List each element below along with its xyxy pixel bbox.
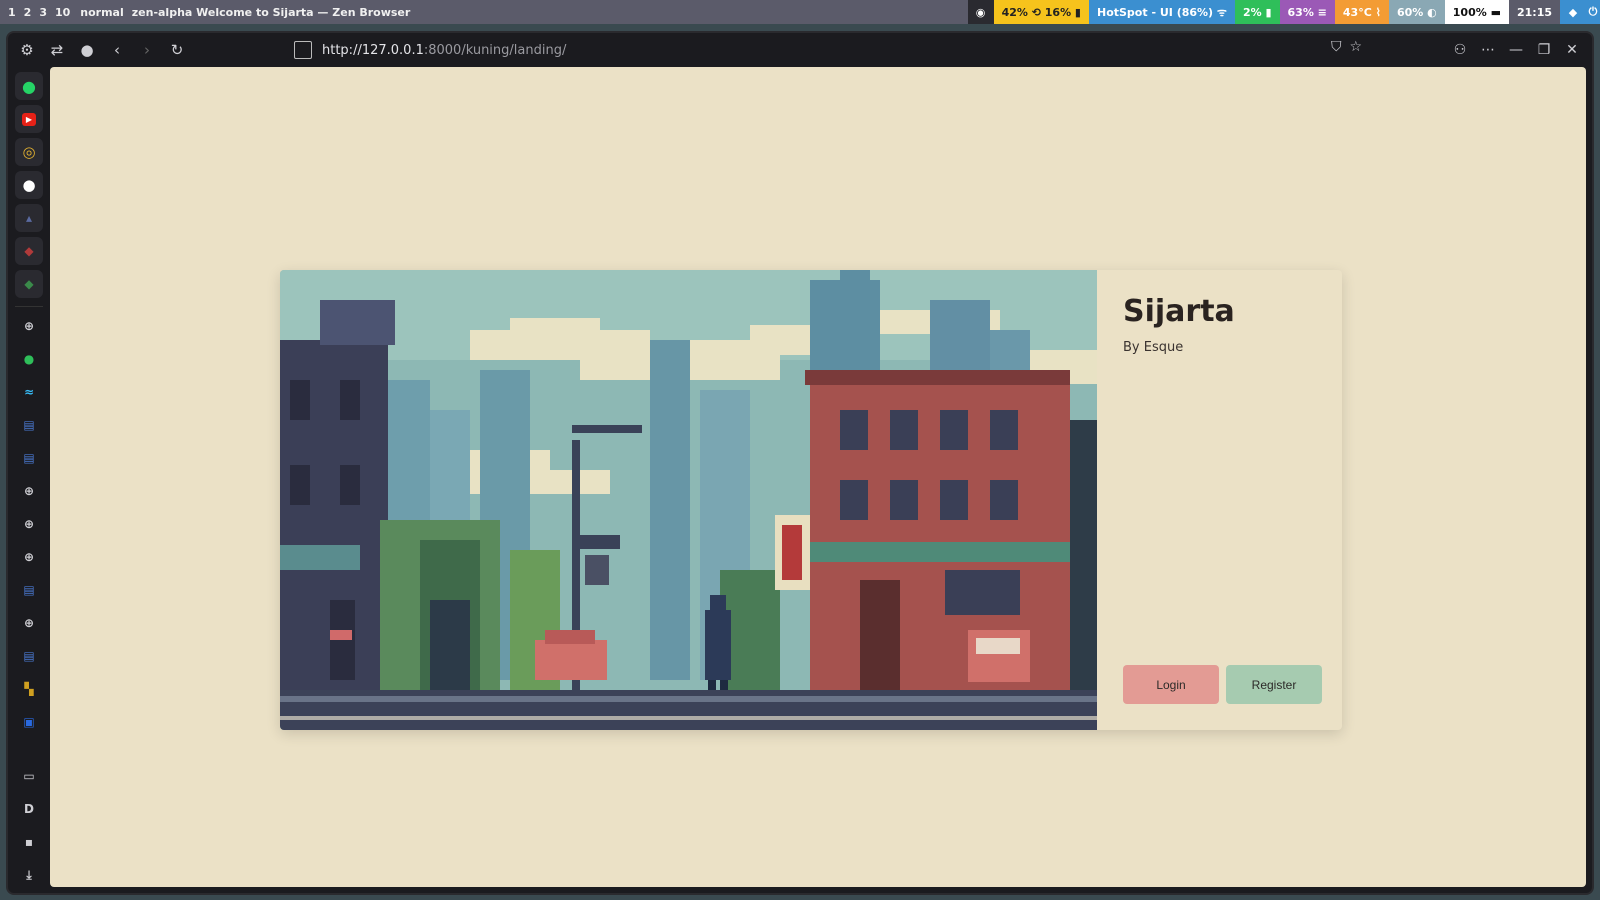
- pixel-city-illustration: [280, 270, 1097, 730]
- gear-icon[interactable]: ⚙: [12, 35, 42, 65]
- menu-icon[interactable]: ⋯: [1474, 35, 1502, 65]
- window-title: zen-alpha Welcome to Sijarta — Zen Brows…: [131, 5, 411, 19]
- close-icon[interactable]: ✕: [1558, 35, 1586, 65]
- panel-icon[interactable]: ▭: [15, 762, 43, 790]
- cpu-status[interactable]: 42% ⟲ 16% ▮: [993, 0, 1089, 24]
- workspace-10[interactable]: 10: [51, 6, 74, 19]
- page-icon: [294, 41, 312, 59]
- register-button[interactable]: Register: [1226, 665, 1322, 704]
- page-viewport: Sijarta By Esque Login Register: [50, 67, 1586, 887]
- youtube-icon[interactable]: ▶: [15, 105, 43, 133]
- app-icon[interactable]: ◎: [15, 138, 43, 166]
- browser-toolbar: ⚙ ⇄ ● ‹ › ↻ http://127.0.0.1:8000/kuning…: [8, 33, 1592, 67]
- battery-status[interactable]: 100% ▬: [1444, 0, 1509, 24]
- workspace-3[interactable]: 3: [35, 6, 51, 19]
- landing-card: Sijarta By Esque Login Register: [280, 270, 1342, 730]
- tailwind-icon[interactable]: ≈: [15, 378, 43, 406]
- bookmark-star-icon[interactable]: ☆: [1349, 39, 1362, 55]
- screen-icon[interactable]: ▪: [15, 828, 43, 856]
- workspace-d-icon[interactable]: D: [15, 795, 43, 823]
- card-info-panel: Sijarta By Esque Login Register: [1097, 270, 1342, 730]
- app-icon[interactable]: ◆: [15, 237, 43, 265]
- memory-status[interactable]: 63% ≡: [1279, 0, 1335, 24]
- status-modules: 42% ⟲ 16% ▮ HotSpot - UI (86%) ᯤ 2% ▮ 63…: [993, 0, 1560, 24]
- extensions-icon[interactable]: ⚇: [1446, 35, 1474, 65]
- doc-icon[interactable]: ▣: [15, 708, 43, 736]
- globe-icon[interactable]: ●: [72, 35, 102, 65]
- globe-icon[interactable]: ⊕: [15, 609, 43, 637]
- globe-icon[interactable]: ⊕: [15, 543, 43, 571]
- sidebar-toggle-icon[interactable]: ⇄: [42, 35, 72, 65]
- power-icon[interactable]: ⏻: [1586, 0, 1600, 24]
- app-icon[interactable]: ▚: [15, 675, 43, 703]
- app-icon[interactable]: ▴: [15, 204, 43, 232]
- url-host: http://127.0.0.1: [322, 42, 424, 58]
- globe-icon[interactable]: ⊕: [15, 477, 43, 505]
- browser-window: ⚙ ⇄ ● ‹ › ↻ http://127.0.0.1:8000/kuning…: [8, 33, 1592, 893]
- doc-icon[interactable]: ▤: [15, 411, 43, 439]
- whatsapp-icon[interactable]: ●: [15, 72, 43, 100]
- restore-icon[interactable]: ❐: [1530, 35, 1558, 65]
- author-label: By Esque: [1123, 340, 1184, 355]
- login-button[interactable]: Login: [1123, 665, 1219, 704]
- workspace-1[interactable]: 1: [4, 6, 20, 19]
- reload-icon[interactable]: ↻: [162, 35, 192, 65]
- globe-icon[interactable]: ⊕: [15, 312, 43, 340]
- disk-status[interactable]: 2% ▮: [1234, 0, 1280, 24]
- discord-icon[interactable]: ◆: [1560, 0, 1586, 24]
- url-bar[interactable]: http://127.0.0.1:8000/kuning/landing/: [288, 37, 1348, 63]
- forward-icon[interactable]: ›: [132, 35, 162, 65]
- app-icon[interactable]: ◆: [15, 270, 43, 298]
- mode-indicator: normal: [80, 5, 124, 19]
- brightness-status[interactable]: 60% ◐: [1389, 0, 1445, 24]
- system-bar: 1 2 3 10 normal zen-alpha Welcome to Sij…: [0, 0, 1600, 24]
- network-status[interactable]: HotSpot - UI (86%) ᯤ: [1088, 0, 1235, 24]
- doc-icon[interactable]: ▤: [15, 444, 43, 472]
- temperature-status[interactable]: 43°C ⌇: [1334, 0, 1389, 24]
- workspace-list: 1 2 3 10: [0, 0, 74, 24]
- workspace-2[interactable]: 2: [20, 6, 36, 19]
- tray-eye-icon[interactable]: ◉: [967, 0, 994, 24]
- app-icon[interactable]: ●: [15, 345, 43, 373]
- clock[interactable]: 21:15: [1508, 0, 1560, 24]
- github-icon[interactable]: ●: [15, 171, 43, 199]
- globe-icon[interactable]: ⊕: [15, 510, 43, 538]
- doc-icon[interactable]: ▤: [15, 576, 43, 604]
- download-icon[interactable]: ⤓: [15, 861, 43, 889]
- shield-icon[interactable]: ⛉: [1331, 39, 1342, 55]
- doc-icon[interactable]: ▤: [15, 642, 43, 670]
- url-path: :8000/kuning/landing/: [423, 42, 567, 58]
- minimize-icon[interactable]: —: [1502, 35, 1530, 65]
- page-title: Sijarta: [1123, 294, 1235, 329]
- tab-sidebar: ● ▶ ◎ ● ▴ ◆ ◆ ⊕ ● ≈ ▤ ▤ ⊕ ⊕ ⊕ ▤ ⊕ ▤ ▚ ▣ …: [8, 67, 50, 893]
- back-icon[interactable]: ‹: [102, 35, 132, 65]
